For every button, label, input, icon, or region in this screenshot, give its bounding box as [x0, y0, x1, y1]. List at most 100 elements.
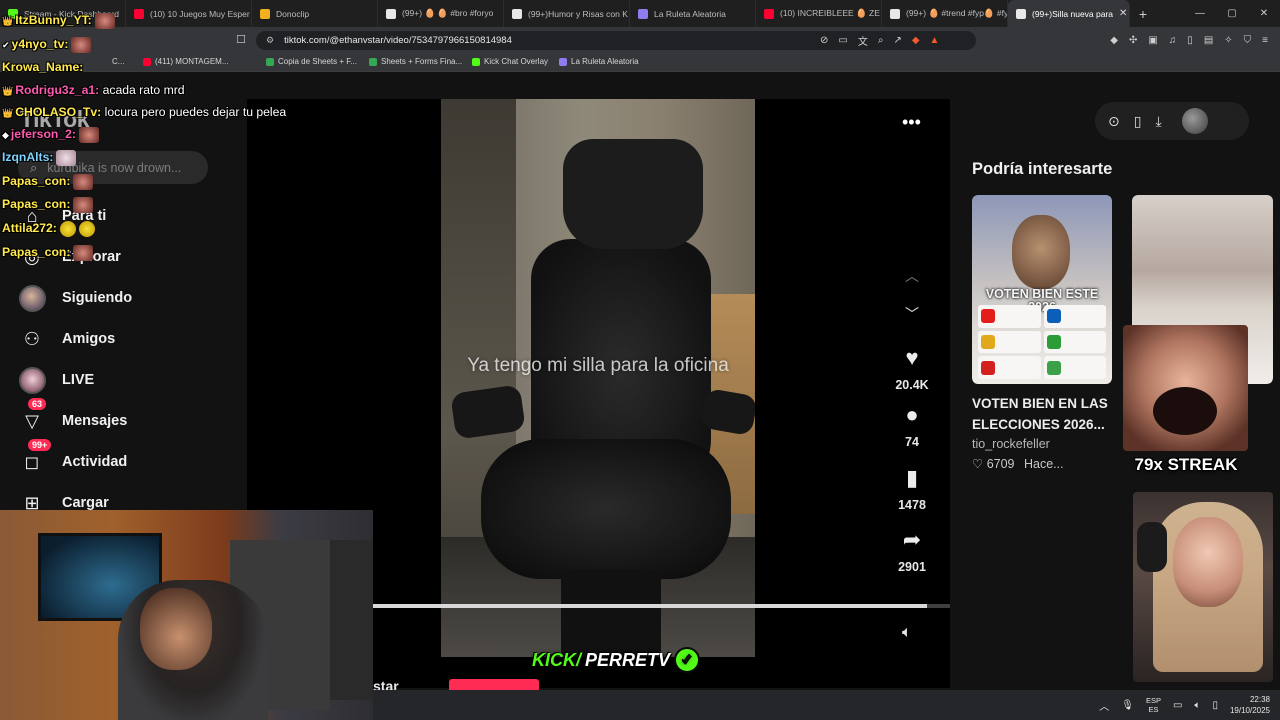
top-controls: ⊙ ▯ ⤓: [1095, 102, 1249, 140]
chat-message: 👑 CHOLASO_Tv: locura pero puedes dejar tu…: [2, 105, 286, 119]
kick-channel-name: PERRETV: [585, 649, 671, 670]
share-icon[interactable]: ↗: [893, 35, 901, 46]
share-arrow-icon: ➦: [902, 527, 922, 552]
language-indicator[interactable]: ESP ES: [1146, 696, 1161, 714]
chat-username: IzqnAlts:: [2, 150, 54, 165]
tiktok-favicon: [1016, 8, 1026, 19]
more-options-icon[interactable]: •••: [902, 112, 921, 133]
vpn-icon[interactable]: ⛉: [1244, 35, 1252, 46]
recommendation-title[interactable]: VOTEN BIEN EN LAS ELECCIONES 2026...: [972, 393, 1112, 435]
zoom-icon[interactable]: ⌕: [878, 35, 884, 46]
nav-item-actividad[interactable]: ◻ 99+ Actividad: [18, 439, 238, 477]
translate-icon[interactable]: 文: [858, 33, 868, 48]
thumbnail-face: [1012, 215, 1070, 289]
nav-item-amigos[interactable]: ⚇ Amigos: [18, 324, 238, 354]
chat-message: Attila272:: [2, 221, 95, 237]
activity-icon: ◻ 99+: [18, 439, 52, 476]
tracking-icon[interactable]: ⊘: [820, 35, 828, 46]
chat-message: 👑 ItzBunny_YT:: [2, 13, 115, 29]
recommendation-thumbnail[interactable]: VOTEN BIEN ESTE 2026: [972, 195, 1112, 384]
bookmark-item[interactable]: La Ruleta Aleatoria: [559, 57, 639, 66]
bookmark-icon: ▮: [905, 465, 919, 490]
tiktok-favicon: [890, 8, 900, 19]
sub-badge-icon: 👑: [2, 86, 14, 96]
previous-video-icon[interactable]: ︿: [905, 266, 919, 286]
extension-icon[interactable]: ◆: [1110, 35, 1118, 46]
video-frame[interactable]: Ya tengo mi silla para la oficina: [441, 99, 755, 657]
tiktok-favicon: [386, 8, 396, 19]
browser-tab-active[interactable]: (99+)Silla nueva para ✕: [1008, 0, 1130, 27]
microphone-icon[interactable]: 🎙︎: [1121, 700, 1134, 711]
clock[interactable]: 22:38 19/10/2025: [1230, 694, 1270, 716]
ruleta-favicon: [638, 8, 648, 19]
bookmark-item[interactable]: Kick Chat Overlay: [472, 57, 548, 66]
close-tab-icon[interactable]: ✕: [1119, 8, 1127, 19]
get-app-icon[interactable]: ▯: [1134, 113, 1142, 130]
emote-icon: [73, 197, 94, 213]
ballot-option: [1043, 356, 1106, 379]
chat-message: Papas_con:: [2, 174, 94, 190]
next-video-icon[interactable]: ﹀: [905, 304, 919, 324]
download-icon[interactable]: ⤓: [1155, 113, 1161, 130]
chat-username: Papas_con:: [2, 245, 71, 260]
sub-badge-icon: 👑: [2, 108, 14, 118]
bookmark-item[interactable]: Sheets + Forms Fina...: [369, 57, 462, 66]
guest-webcam: [1133, 492, 1273, 682]
rewards-icon[interactable]: ▲: [930, 35, 940, 46]
thumbnail-ballot: [978, 305, 1106, 379]
nav-item-mensajes[interactable]: ▽ 63 Mensajes: [18, 398, 238, 436]
sidebar-icon[interactable]: ▯: [1187, 35, 1193, 46]
chat-message: Papas_con:: [2, 197, 94, 213]
comment-button[interactable]: ● 74: [887, 401, 937, 449]
mod-badge-icon: ✔: [2, 40, 10, 51]
browser-tab[interactable]: (99+) 🥚 #trend #fyp🥚 #fy: [882, 0, 1008, 27]
chat-username: Attila272:: [2, 221, 57, 236]
ballot-option: [978, 305, 1041, 328]
leo-icon[interactable]: ✧: [1224, 35, 1232, 46]
video-progress-bar[interactable]: [373, 604, 950, 608]
notification-badge: 63: [28, 398, 47, 410]
music-icon[interactable]: ♫: [1169, 35, 1177, 46]
emote-icon: [78, 221, 95, 237]
nav-item-live[interactable]: LIVE: [18, 365, 238, 395]
close-window-button[interactable]: ✕: [1248, 0, 1280, 27]
browser-tab[interactable]: (99+)Humor y Risas con K: [504, 0, 630, 27]
recommendation-author[interactable]: tio_rockefeller: [972, 437, 1050, 451]
kick-logo: KICK/: [532, 649, 581, 670]
new-tab-button[interactable]: +: [1130, 6, 1156, 22]
browser-tab[interactable]: La Ruleta Aleatoria: [630, 0, 756, 27]
get-coins-icon[interactable]: ⊙: [1108, 113, 1120, 130]
screenshot-icon[interactable]: ▣: [1148, 35, 1157, 46]
volume-icon[interactable]: 🔈︎: [902, 624, 912, 642]
live-icon: [18, 366, 46, 394]
kick-favicon: [472, 57, 480, 66]
nav-item-siguiendo[interactable]: Siguiendo: [18, 283, 238, 313]
like-count: 20.4K: [895, 378, 929, 392]
ruleta-favicon: [559, 57, 567, 66]
cast-icon[interactable]: ▭: [838, 35, 847, 46]
emote-mouth: [1153, 387, 1217, 435]
minimize-button[interactable]: —: [1184, 0, 1216, 27]
browser-tab[interactable]: (99+) 🥚 🥚 #bro #foryo: [378, 0, 504, 27]
like-button[interactable]: ♥ 20.4K: [887, 344, 937, 392]
extensions-puzzle-icon[interactable]: ✣: [1129, 35, 1137, 46]
heart-outline-icon: ♡: [972, 457, 984, 471]
wallet-icon[interactable]: ▤: [1204, 35, 1213, 46]
chair-headrest: [563, 139, 703, 249]
chat-message: Papas_con:: [2, 245, 94, 261]
browser-tab[interactable]: (10) INCREIBLEEE 🥚 ZE: [756, 0, 882, 27]
menu-icon[interactable]: ≡: [1262, 35, 1268, 46]
save-button[interactable]: ▮ 1478: [887, 464, 937, 512]
recommendations-title: Podría interesarte: [972, 160, 1113, 178]
tray-chevron-icon[interactable]: ︿: [1099, 698, 1109, 713]
battery-icon[interactable]: ▯: [1212, 700, 1218, 711]
maximize-button[interactable]: ▢: [1216, 0, 1248, 27]
progress-fill: [373, 604, 927, 608]
profile-avatar[interactable]: [1181, 108, 1208, 134]
screen: Stream - Kick Dashboard (10) 10 Juegos M…: [0, 0, 1280, 720]
speaker-icon[interactable]: 🔈︎: [1194, 700, 1200, 711]
network-icon[interactable]: ▭: [1173, 700, 1182, 711]
chat-username: Papas_con:: [2, 174, 71, 189]
brave-shield-icon[interactable]: ◆: [912, 35, 920, 46]
share-button[interactable]: ➦ 2901: [887, 526, 937, 574]
